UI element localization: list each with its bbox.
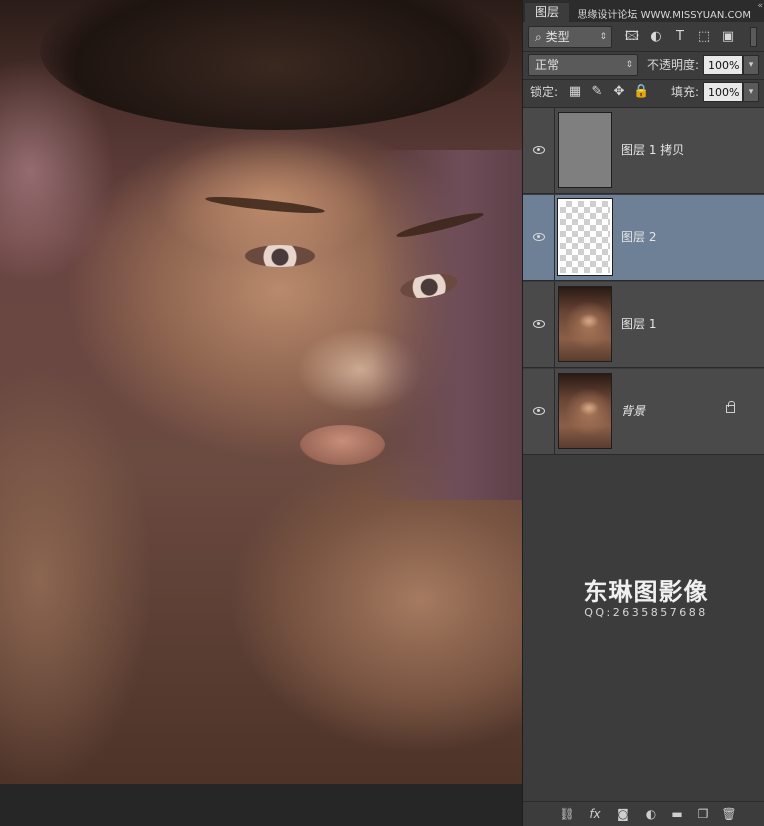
filter-smart-object-icon[interactable]: ▣ xyxy=(720,29,736,45)
blend-mode-select[interactable]: 正常 ⇕ xyxy=(528,54,638,76)
link-layers-icon[interactable]: ⛓ xyxy=(559,806,575,822)
photo-left-eye xyxy=(245,245,315,267)
layer-name[interactable]: 图层 1 xyxy=(621,314,656,334)
eye-icon xyxy=(533,320,545,328)
opacity-label: 不透明度: xyxy=(647,58,700,72)
new-group-icon[interactable]: ▬ xyxy=(669,806,685,822)
layer-row-background[interactable]: 背景 xyxy=(523,369,764,455)
fill-input[interactable]: 100% xyxy=(703,82,743,102)
opacity-dropdown-icon[interactable]: ▾ xyxy=(743,55,759,75)
photo-left-brow xyxy=(204,193,326,217)
visibility-toggle[interactable] xyxy=(523,195,555,281)
layer-thumbnail xyxy=(558,112,612,188)
search-icon: ⌕ xyxy=(535,30,542,44)
eye-icon xyxy=(533,407,545,415)
layer-row-layer-2[interactable]: 图层 2 xyxy=(523,195,764,281)
layer-name[interactable]: 背景 xyxy=(621,401,645,421)
fill-label: 填充: xyxy=(671,85,700,99)
new-adjustment-layer-icon[interactable]: ◐ xyxy=(643,806,659,822)
select-arrow-icon: ⇕ xyxy=(599,32,607,42)
layer-thumbnail xyxy=(557,198,613,276)
lock-icon xyxy=(726,401,735,413)
studio-watermark: 东琳图影像 QQ:2635857688 xyxy=(581,578,711,620)
select-arrow-icon: ⇕ xyxy=(625,60,633,70)
visibility-toggle[interactable] xyxy=(523,282,555,368)
layers-panel: 图层 思缘设计论坛 WWW.MISSYUAN.COM « ⌕ 类型 ⇕ 🖾 ◐ … xyxy=(522,0,764,826)
divider xyxy=(523,79,764,80)
lock-all-icon[interactable]: 🔒 xyxy=(633,84,649,100)
portrait-photo[interactable] xyxy=(0,0,522,784)
layer-row-layer-1[interactable]: 图层 1 xyxy=(523,282,764,368)
site-watermark: 思缘设计论坛 WWW.MISSYUAN.COM xyxy=(577,10,751,21)
layer-thumbnail xyxy=(558,286,612,362)
eye-icon xyxy=(533,146,545,154)
filter-pixel-layer-icon[interactable]: 🖾 xyxy=(624,29,640,45)
studio-qq: QQ:2635857688 xyxy=(584,606,708,619)
layer-name[interactable]: 图层 1 拷贝 xyxy=(621,140,684,160)
opacity-input[interactable]: 100% xyxy=(703,55,743,75)
layer-style-fx-icon[interactable]: fx xyxy=(587,806,603,822)
tab-layers[interactable]: 图层 xyxy=(525,3,570,22)
layer-thumbnail xyxy=(558,373,612,449)
delete-layer-icon[interactable]: 🗑 xyxy=(721,806,737,822)
panel-collapse-icon[interactable]: « xyxy=(757,1,763,11)
photo-hair-area xyxy=(40,0,510,130)
filter-toggle-switch[interactable] xyxy=(750,27,757,47)
studio-name: 东琳图影像 xyxy=(583,578,709,606)
lock-row: 锁定: ▦ ✎ ✥ 🔒 填充: 100% ▾ xyxy=(523,81,764,107)
document-canvas[interactable] xyxy=(0,0,522,826)
lock-label: 锁定: xyxy=(530,85,559,99)
fill-dropdown-icon[interactable]: ▾ xyxy=(743,82,759,102)
lock-transparent-pixels-icon[interactable]: ▦ xyxy=(567,84,583,100)
panel-tab-bar: 图层 思缘设计论坛 WWW.MISSYUAN.COM « xyxy=(523,0,764,22)
visibility-toggle[interactable] xyxy=(523,108,555,194)
add-mask-icon[interactable]: ◙ xyxy=(615,806,631,822)
eye-icon xyxy=(533,233,545,241)
new-layer-icon[interactable]: ❐ xyxy=(695,806,711,822)
lock-position-icon[interactable]: ✥ xyxy=(611,84,627,100)
layer-row-layer-1-copy[interactable]: 图层 1 拷贝 xyxy=(523,108,764,194)
filter-adjustment-layer-icon[interactable]: ◐ xyxy=(648,29,664,45)
photo-lips xyxy=(300,425,385,465)
photo-background-area xyxy=(372,150,522,500)
layers-bottom-toolbar: ⛓ fx ◙ ◐ ▬ ❐ 🗑 xyxy=(523,801,764,826)
blend-mode-value: 正常 xyxy=(535,58,560,72)
blend-row: 正常 ⇕ 不透明度: 100% ▾ xyxy=(523,53,764,79)
layer-name[interactable]: 图层 2 xyxy=(621,227,656,247)
filter-type-layer-icon[interactable]: T xyxy=(672,29,688,45)
filter-row: ⌕ 类型 ⇕ 🖾 ◐ T ⬚ ▣ xyxy=(523,25,764,51)
layer-filter-value: 类型 xyxy=(545,30,570,44)
visibility-toggle[interactable] xyxy=(523,369,555,455)
filter-shape-layer-icon[interactable]: ⬚ xyxy=(696,29,712,45)
divider xyxy=(523,51,764,52)
lock-image-pixels-icon[interactable]: ✎ xyxy=(589,84,605,100)
layer-filter-select[interactable]: ⌕ 类型 ⇕ xyxy=(528,26,612,48)
